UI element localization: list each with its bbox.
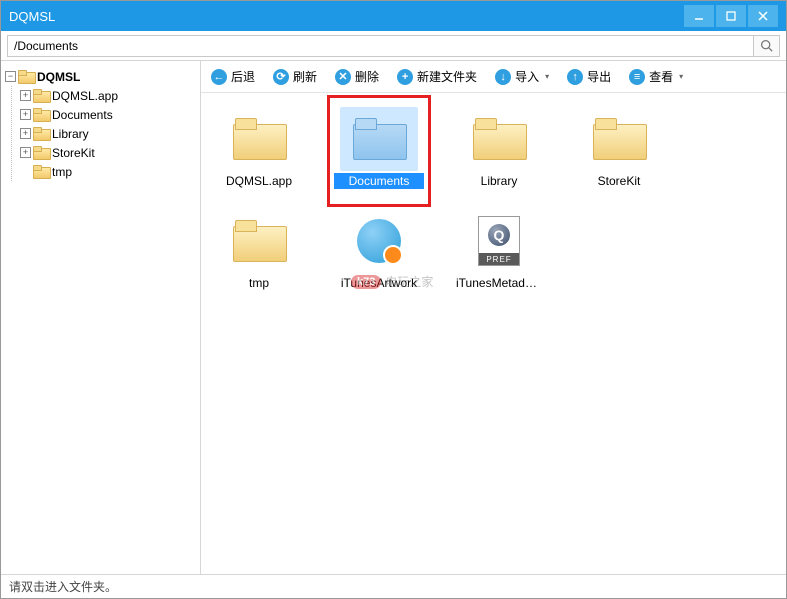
delete-button[interactable]: ✕删除 [331,66,383,87]
back-icon: ← [211,69,227,85]
tree-item-label: StoreKit [52,146,95,160]
folder-icon [233,118,285,160]
import-button[interactable]: ↓导入 ▾ [491,66,553,87]
search-button[interactable] [754,35,780,57]
export-label: 导出 [587,68,611,85]
folder-icon [18,70,34,84]
file-item[interactable]: Documents [331,107,427,189]
tree-item[interactable]: + Library [20,124,196,143]
file-item[interactable]: tmp [211,209,307,291]
view-button[interactable]: ≡查看 ▾ [625,66,687,87]
refresh-button[interactable]: ⟳刷新 [269,66,321,87]
tree-item-label: Library [52,127,89,141]
folder-icon [33,127,49,141]
toolbar: ←后退 ⟳刷新 ✕删除 +新建文件夹 ↓导入 ▾ ↑导出 ≡查看 ▾ [201,61,786,93]
tree-item-label: DQMSL.app [52,89,118,103]
tree-item[interactable]: tmp [20,162,196,181]
window-title: DQMSL [9,9,682,24]
expand-icon [20,166,31,177]
refresh-label: 刷新 [293,68,317,85]
window-controls [682,5,778,27]
file-item[interactable]: Library [451,107,547,189]
export-icon: ↑ [567,69,583,85]
file-item-label: Library [454,173,544,189]
tree-item[interactable]: + StoreKit [20,143,196,162]
plus-icon: + [397,69,413,85]
pref-file-icon: QPREF [478,216,520,266]
folder-icon [33,89,49,103]
view-label: 查看 [649,68,673,85]
chevron-down-icon: ▾ [545,72,549,81]
delete-label: 删除 [355,68,379,85]
path-bar [1,31,786,61]
folder-icon [353,118,405,160]
files-pane[interactable]: DQMSL.app Documents Library StoreKit tmp iTun… [201,93,786,574]
file-item-label: iTunesMetadata.p... [454,275,544,291]
titlebar: DQMSL [1,1,786,31]
file-item-label: iTunesArtwork [334,275,424,291]
status-text: 请双击进入文件夹。 [9,578,117,595]
sidebar-tree[interactable]: − DQMSL + DQMSL.app + Documents + Library +… [1,61,201,574]
file-item-label: DQMSL.app [214,173,304,189]
back-button[interactable]: ←后退 [207,66,259,87]
refresh-icon: ⟳ [273,69,289,85]
new-folder-button[interactable]: +新建文件夹 [393,66,481,87]
minimize-button[interactable] [684,5,714,27]
folder-icon [233,220,285,262]
close-button[interactable] [748,5,778,27]
tree-root[interactable]: − DQMSL [5,67,196,86]
tree-item[interactable]: + DQMSL.app [20,86,196,105]
status-bar: 请双击进入文件夹。 [1,574,786,598]
file-item-label: Documents [334,173,424,189]
file-item[interactable]: StoreKit [571,107,667,189]
file-item[interactable]: iTunesArtwork [331,209,427,291]
expand-icon[interactable]: + [20,90,31,101]
folder-icon [473,118,525,160]
export-button[interactable]: ↑导出 [563,66,615,87]
tree-root-label: DQMSL [37,70,80,84]
chevron-down-icon: ▾ [679,72,683,81]
expand-icon[interactable]: + [20,147,31,158]
artwork-icon [357,219,401,263]
search-icon [760,39,773,52]
expand-icon[interactable]: + [20,128,31,139]
folder-icon [33,108,49,122]
file-item-label: tmp [214,275,304,291]
folder-icon [33,146,49,160]
import-icon: ↓ [495,69,511,85]
import-label: 导入 [515,68,539,85]
folder-icon [593,118,645,160]
file-item[interactable]: QPREF iTunesMetadata.p... [451,209,547,291]
view-icon: ≡ [629,69,645,85]
file-item[interactable]: DQMSL.app [211,107,307,189]
folder-icon [33,165,49,179]
tree-item-label: Documents [52,108,113,122]
delete-icon: ✕ [335,69,351,85]
path-input[interactable] [7,35,754,57]
expand-icon[interactable]: + [20,109,31,120]
new-folder-label: 新建文件夹 [417,68,477,85]
tree-item[interactable]: + Documents [20,105,196,124]
tree-item-label: tmp [52,165,72,179]
maximize-button[interactable] [716,5,746,27]
collapse-icon[interactable]: − [5,71,16,82]
file-item-label: StoreKit [574,173,664,189]
back-label: 后退 [231,68,255,85]
